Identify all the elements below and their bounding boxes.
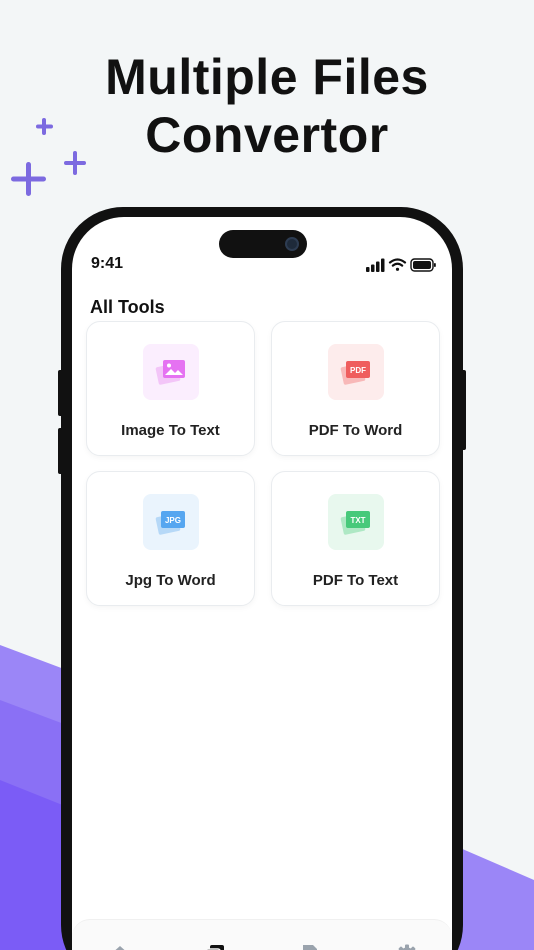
home-icon [115,946,125,950]
file-history-icon [303,945,317,950]
tool-label: PDF To Word [308,422,403,439]
page-title: All Tools [90,297,165,317]
pdf-badge-text: PDF [350,366,366,375]
tool-card-pdf-to-word[interactable]: PDF PDF To Word [271,321,440,456]
status-icons [366,258,436,272]
pdf-icon: PDF [328,344,384,400]
add-file-icon [205,945,224,950]
tool-card-jpg-to-word[interactable]: JPG Jpg To Word [86,471,255,606]
wifi-icon [388,258,407,271]
marketing-headline: Multiple Files Convertor [0,48,534,164]
phone-screen: 9:41 All Tools Image To Text PDF PDF To … [72,217,452,950]
tool-label: PDF To Text [312,572,399,589]
camera-icon [285,237,299,251]
tool-card-pdf-to-text[interactable]: TXT PDF To Text [271,471,440,606]
tool-label: Jpg To Word [125,572,216,589]
jpg-badge-text: JPG [165,516,181,525]
nav-home[interactable] [107,942,133,950]
signal-icon [366,258,385,272]
battery-icon [410,258,436,272]
image-icon [143,344,199,400]
bottom-nav [72,919,452,950]
nav-tools[interactable] [202,942,228,950]
sparkle-icon-large [11,162,46,196]
txt-badge-text: TXT [350,516,365,525]
phone-frame: 9:41 All Tools Image To Text PDF PDF To … [61,207,463,950]
jpg-icon: JPG [143,494,199,550]
tool-card-image-to-text[interactable]: Image To Text [86,321,255,456]
txt-icon: TXT [328,494,384,550]
headline-line-2: Convertor [145,107,389,163]
status-time: 9:41 [91,255,124,272]
nav-settings[interactable] [394,942,420,950]
gear-icon [398,944,416,950]
dynamic-island [219,230,307,258]
tool-label: Image To Text [121,422,220,439]
nav-history[interactable] [298,942,324,950]
headline-line-1: Multiple Files [105,49,429,105]
